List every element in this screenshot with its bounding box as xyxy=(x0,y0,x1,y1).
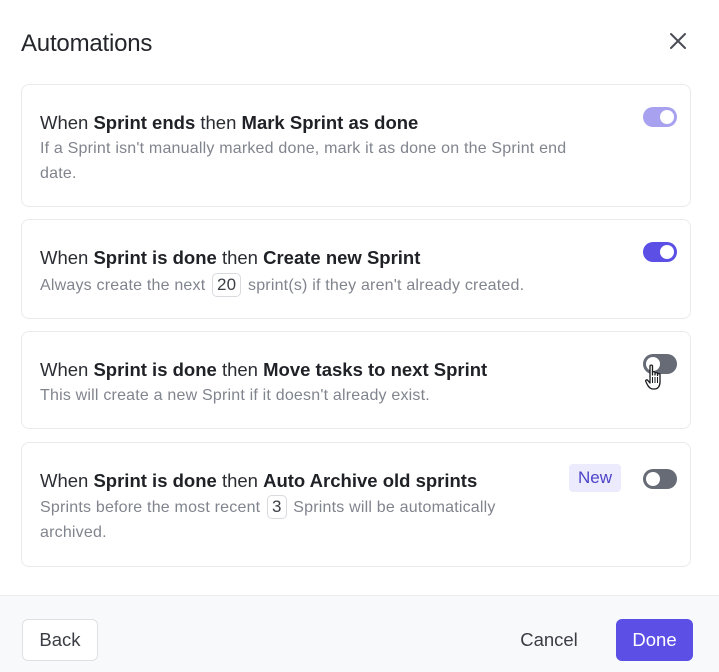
action-text: Auto Archive old sprints xyxy=(263,470,478,491)
automation-toggle[interactable] xyxy=(643,242,677,262)
back-button[interactable]: Back xyxy=(22,619,98,661)
automation-title: When Sprint is done then Create new Spri… xyxy=(40,247,420,269)
dialog-footer: Back Cancel Done xyxy=(0,595,719,672)
when-text: When xyxy=(40,112,89,133)
automation-title: When Sprint ends then Mark Sprint as don… xyxy=(40,112,418,134)
automation-description: Sprints before the most recent 3 Sprints… xyxy=(40,495,496,545)
hand-pointer-cursor-icon xyxy=(645,364,661,390)
action-text: Move tasks to next Sprint xyxy=(263,359,488,380)
automation-toggle[interactable] xyxy=(643,469,677,489)
automation-card-create-sprint: When Sprint is done then Create new Spri… xyxy=(21,219,691,319)
automation-title: When Sprint is done then Auto Archive ol… xyxy=(40,470,477,492)
automation-description: If a Sprint isn't manually marked done, … xyxy=(40,136,566,186)
trigger-text: Sprint is done xyxy=(93,470,217,491)
action-text: Create new Sprint xyxy=(263,247,421,268)
automation-description: Always create the next 20 sprint(s) if t… xyxy=(40,273,524,298)
description-text: Sprints before the most recent xyxy=(40,499,261,516)
description-text: Sprints will be automatically xyxy=(293,499,496,516)
toggle-knob xyxy=(646,472,660,486)
trigger-text: Sprint is done xyxy=(93,359,217,380)
trigger-text: Sprint ends xyxy=(93,112,196,133)
description-line: Sprints before the most recent 3 Sprints… xyxy=(40,495,496,520)
sprint-count-input[interactable]: 20 xyxy=(212,273,242,297)
sprint-count-input[interactable]: 3 xyxy=(266,495,287,519)
description-text: sprint(s) if they aren't already created… xyxy=(248,277,525,294)
new-badge: New xyxy=(569,464,622,492)
action-text: Mark Sprint as done xyxy=(241,112,419,133)
automation-toggle[interactable] xyxy=(643,107,677,127)
when-text: When xyxy=(40,359,89,380)
automation-description: This will create a new Sprint if it does… xyxy=(40,387,430,404)
then-text: then xyxy=(221,470,258,491)
then-text: then xyxy=(221,247,258,268)
then-text: then xyxy=(200,112,237,133)
description-line: If a Sprint isn't manually marked done, … xyxy=(40,140,567,157)
toggle-knob xyxy=(660,245,674,259)
when-text: When xyxy=(40,470,89,491)
dialog-title: Automations xyxy=(21,30,153,57)
automation-card-auto-archive: When Sprint is done then Auto Archive ol… xyxy=(21,442,691,567)
when-text: When xyxy=(40,247,89,268)
automation-title: When Sprint is done then Move tasks to n… xyxy=(40,359,487,381)
trigger-text: Sprint is done xyxy=(93,247,217,268)
done-button[interactable]: Done xyxy=(616,619,693,661)
close-icon[interactable] xyxy=(667,30,689,52)
toggle-knob xyxy=(660,110,674,124)
dialog-header: Automations xyxy=(0,0,719,84)
description-text: Always create the next xyxy=(40,277,206,294)
description-line: date. xyxy=(40,165,77,182)
description-line: archived. xyxy=(40,524,107,541)
automation-card-mark-done: When Sprint ends then Mark Sprint as don… xyxy=(21,84,691,207)
then-text: then xyxy=(221,359,258,380)
cancel-button[interactable]: Cancel xyxy=(505,619,593,661)
automation-card-move-tasks: When Sprint is done then Move tasks to n… xyxy=(21,331,691,429)
